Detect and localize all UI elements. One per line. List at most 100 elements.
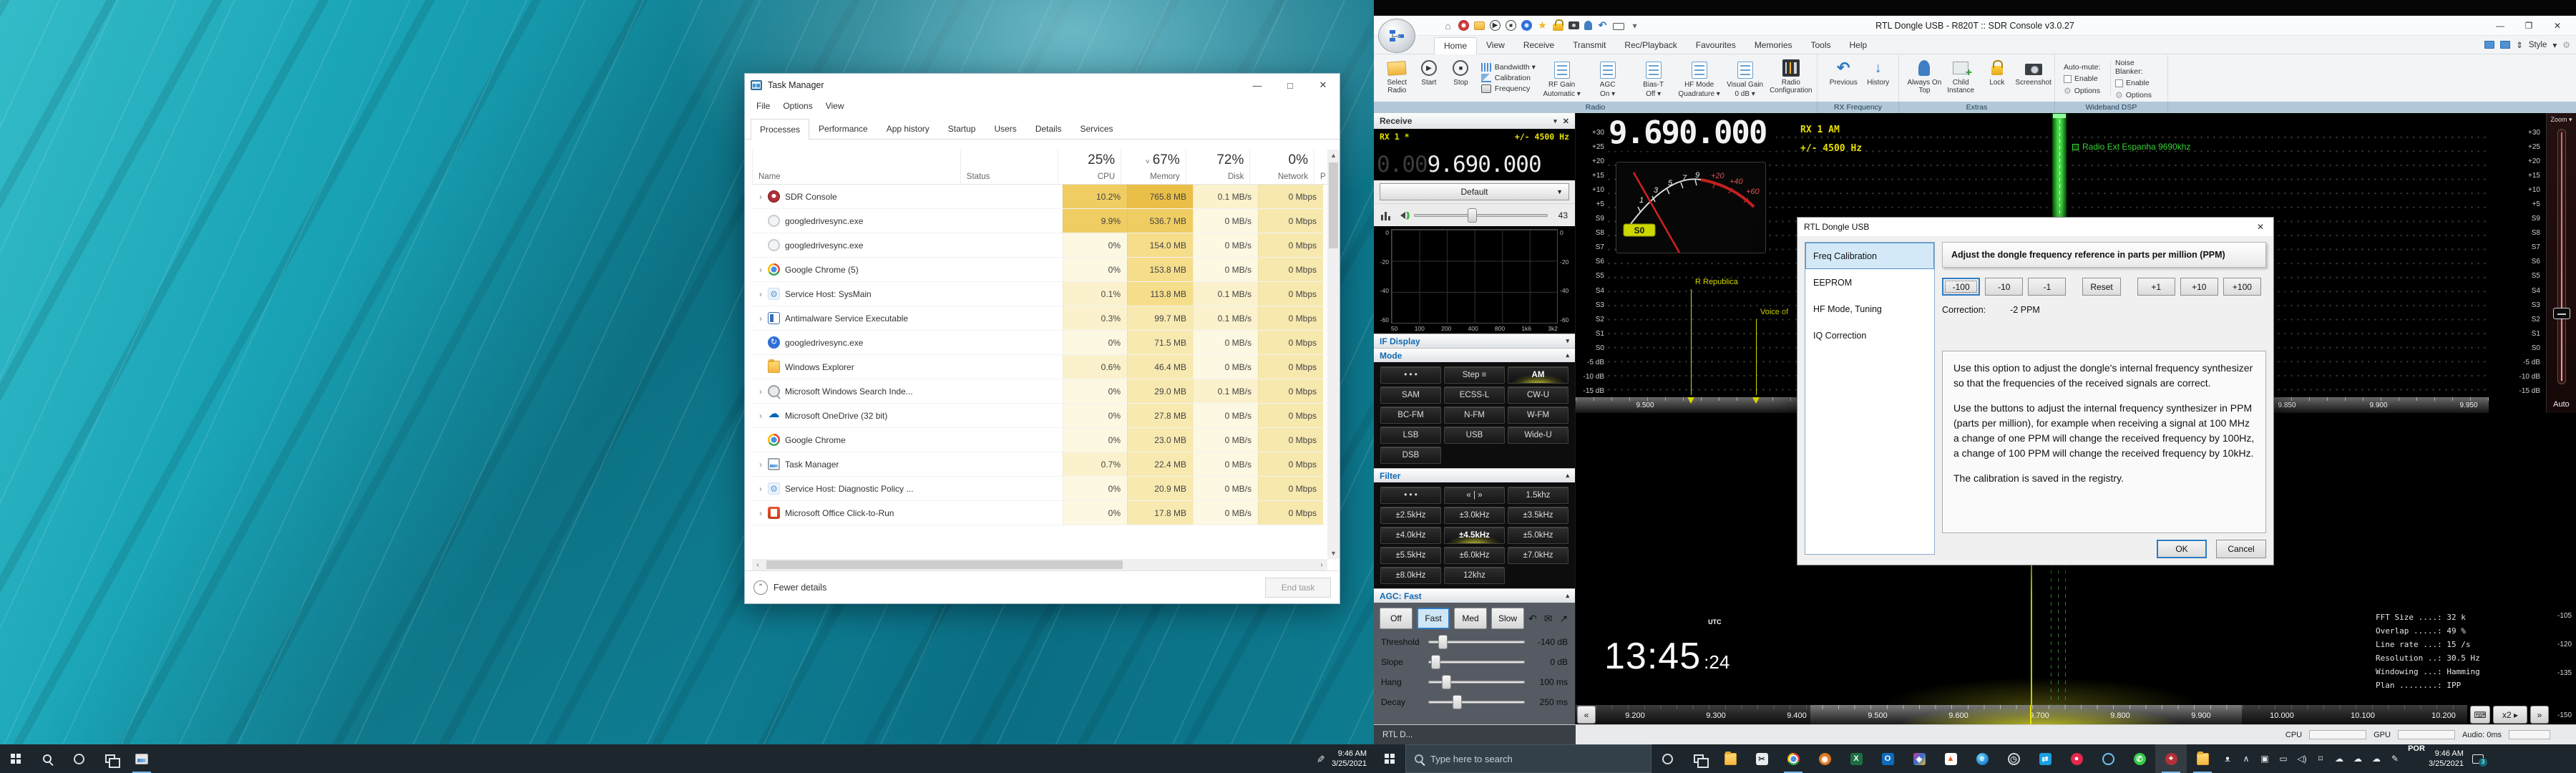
table-row[interactable]: › Service Host: Diagnostic Policy ... 0%…	[752, 477, 1327, 501]
mode-button[interactable]: • • •	[1380, 366, 1441, 384]
lifebuoy-icon[interactable]	[1458, 20, 1469, 31]
lock-button[interactable]: Lock	[1979, 56, 2016, 100]
ok-button[interactable]: OK	[2157, 540, 2207, 558]
preset-dropdown[interactable]: Default▼	[1380, 183, 1569, 200]
ribbon-dropdown-button[interactable]: Bias-TOff ▾	[1631, 58, 1677, 98]
taskbar-task-manager-icon[interactable]	[126, 744, 157, 773]
mode-button[interactable]: SAM	[1380, 386, 1441, 404]
gdrive-sync-tray-icon[interactable]: ☁	[2348, 744, 2367, 773]
people-tray-icon[interactable]: ᴥ	[2218, 744, 2237, 773]
keyboard-icon[interactable]	[1613, 23, 1624, 30]
sdr-console-taskbar-icon[interactable]: ⌖	[2155, 744, 2187, 773]
mode-button[interactable]: W-FM	[1508, 407, 1568, 424]
skype-icon[interactable]	[2092, 744, 2124, 773]
filter-section[interactable]: Filter	[1380, 471, 1400, 481]
slider-handle[interactable]	[1431, 655, 1440, 669]
ppm-adjust-button[interactable]: -10	[1985, 278, 2023, 296]
collapsed-panel-tab[interactable]: RTL D...	[1374, 725, 1576, 744]
stop-icon[interactable]	[1506, 20, 1516, 31]
whatsapp-icon[interactable]: ✆	[2124, 744, 2155, 773]
table-row[interactable]: › Microsoft OneDrive (32 bit) 0% 27.8 MB…	[752, 404, 1327, 428]
mode-button[interactable]: Wide-U	[1508, 427, 1568, 444]
column-header-name[interactable]: Name	[758, 172, 955, 181]
network-tray-icon[interactable]: ⌑	[2311, 744, 2330, 773]
radio-configuration-button[interactable]: Radio Configuration	[1768, 56, 1814, 100]
table-row[interactable]: › Microsoft Office Click-to-Run 0% 17.8 …	[752, 501, 1327, 525]
task-view-icon[interactable]	[1683, 744, 1714, 773]
identity-icon[interactable]	[1584, 21, 1592, 30]
mode-button[interactable]: LSB	[1380, 427, 1441, 444]
task-manager-tab[interactable]: App history	[877, 118, 939, 139]
table-row[interactable]: googledrivesync.exe 0% 71.5 MB 0 MB/s 0 …	[752, 331, 1327, 355]
cortana-icon[interactable]	[1652, 744, 1683, 773]
battery-tray-icon[interactable]: ▭	[2274, 744, 2293, 773]
mode-button[interactable]: DSB	[1380, 447, 1441, 464]
select-radio-button[interactable]: Select Radio	[1381, 56, 1413, 100]
ribbon-tab[interactable]: Help	[1840, 37, 1877, 54]
screenshot-icon[interactable]	[1568, 21, 1579, 29]
dialog-close-icon[interactable]: ✕	[2254, 222, 2267, 232]
frequency-button[interactable]: Frequency	[1481, 84, 1539, 93]
style-selector[interactable]: Style	[2529, 41, 2547, 49]
filter-button[interactable]: ±2.5kHz	[1380, 507, 1441, 524]
ribbon-tab[interactable]: Transmit	[1563, 37, 1615, 54]
table-row[interactable]: › Service Host: SysMain 0.1% 113.8 MB 0.…	[752, 282, 1327, 306]
search-icon[interactable]	[31, 744, 63, 773]
remote-app-icon[interactable]: ⇄	[2029, 744, 2061, 773]
style-caret-icon[interactable]: ▾	[2552, 40, 2557, 50]
agc-button[interactable]: Fast	[1417, 608, 1450, 629]
volume-slider-handle[interactable]	[1468, 208, 1477, 223]
filter-button[interactable]: ±5.5kHz	[1380, 547, 1441, 564]
task-manager-titlebar[interactable]: Task Manager — □ ✕	[745, 74, 1340, 97]
end-task-button[interactable]: End task	[1265, 578, 1331, 598]
task-manager-tab[interactable]: Details	[1026, 118, 1071, 139]
ppm-adjust-button[interactable]: +100	[2223, 278, 2261, 296]
dialog-nav-item[interactable]: IQ Correction	[1805, 322, 1934, 349]
speaker-icon[interactable]: ))	[1397, 211, 1408, 220]
camera-app-icon[interactable]: ●	[2061, 744, 2092, 773]
ribbon-dropdown-button[interactable]: HF ModeQuadrature ▾	[1677, 58, 1722, 98]
marker-label-r-republica[interactable]: R Republica	[1695, 278, 1738, 286]
row-expander-icon[interactable]: ›	[755, 411, 766, 421]
column-header-network[interactable]: 0%Network	[1249, 150, 1314, 184]
close-button[interactable]: ✕	[1307, 74, 1340, 97]
spin-icon[interactable]: ⇕	[2516, 40, 2523, 50]
monitor-2-icon[interactable]	[2500, 41, 2510, 49]
mode-button[interactable]: USB	[1444, 427, 1505, 444]
slider-handle[interactable]	[1442, 675, 1451, 689]
sdr-titlebar[interactable]: RTL Dongle USB - R820T :: SDR Console v3…	[1374, 16, 2576, 36]
stop-button-sdr[interactable]: Stop	[1445, 56, 1477, 100]
zoom-slider-track[interactable]	[2557, 129, 2566, 384]
table-row[interactable]: › Antimalware Service Executable 0.3% 99…	[752, 306, 1327, 331]
bandwidth-button[interactable]: Bandwidth ▾	[1481, 63, 1539, 72]
lock-icon[interactable]	[1553, 24, 1563, 31]
equalizer-icon[interactable]	[1381, 210, 1391, 220]
filter-button[interactable]: ±4.5kHz	[1444, 527, 1505, 544]
section-caret-icon[interactable]: ▾	[1566, 337, 1569, 345]
scrollbar-thumb[interactable]	[1329, 162, 1338, 248]
agc-button[interactable]: Med	[1454, 608, 1487, 629]
language-indicator[interactable]: POR	[2404, 744, 2429, 773]
row-expander-icon[interactable]: ›	[755, 460, 766, 470]
envelope-icon[interactable]: ✉	[1544, 613, 1553, 625]
photos-app-icon[interactable]: ◈	[1903, 744, 1935, 773]
scroll-down-icon[interactable]: ▼	[1327, 548, 1340, 559]
scale-scroll-left-button[interactable]: «	[1577, 706, 1596, 724]
screenshot-button[interactable]: Screenshot	[2015, 56, 2051, 100]
agc-button[interactable]: Slow	[1491, 608, 1524, 629]
recorder-app-icon[interactable]: ◉	[1809, 744, 1840, 773]
screen-clip-tray-icon[interactable]: ▣	[2255, 744, 2274, 773]
row-expander-icon[interactable]: ›	[755, 484, 766, 494]
cortana-icon[interactable]	[63, 744, 94, 773]
slider-control[interactable]	[1428, 656, 1525, 669]
row-expander-icon[interactable]: ›	[755, 508, 766, 518]
ppm-adjust-button[interactable]: Reset	[2082, 278, 2120, 296]
agc-curve-icon[interactable]: ↗	[1559, 613, 1568, 625]
rx-frequency-display[interactable]: RX 1 * +/- 4500 Hz 0.009.690.000	[1374, 129, 1575, 180]
minimize-button[interactable]: —	[1241, 74, 1274, 97]
panel-collapse-icon[interactable]: ▾	[1553, 117, 1557, 125]
application-menu-button[interactable]	[1378, 19, 1415, 53]
ribbon-dropdown-button[interactable]: Visual Gain0 dB ▾	[1722, 58, 1768, 98]
maximize-button[interactable]: □	[1274, 74, 1307, 97]
volume-slider[interactable]	[1414, 209, 1548, 222]
